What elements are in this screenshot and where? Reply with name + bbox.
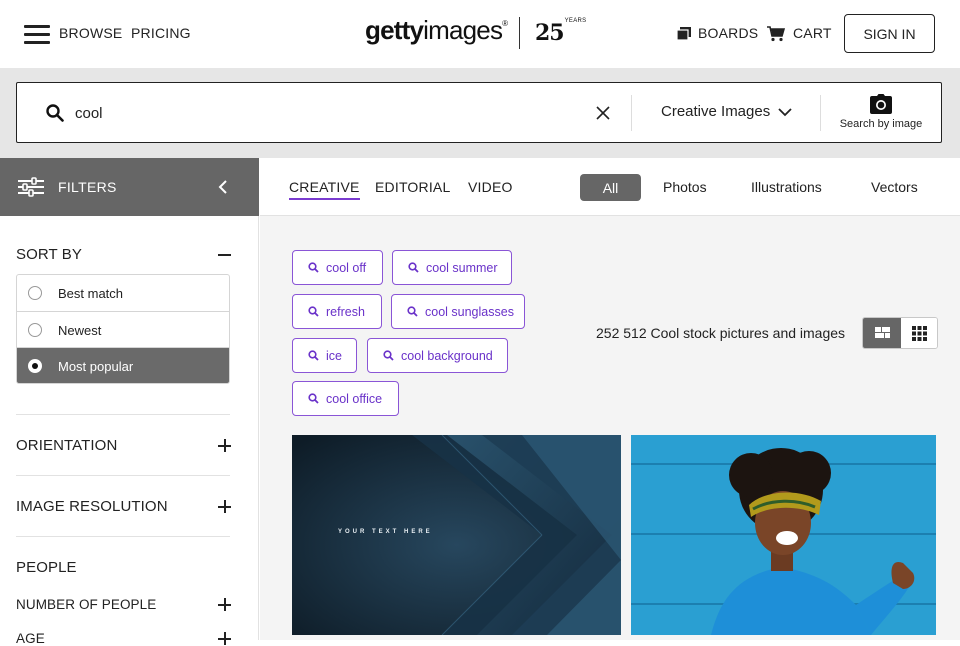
related-search-chip[interactable]: cool summer — [392, 250, 512, 285]
orientation-expand-icon[interactable] — [218, 439, 231, 452]
related-search-chip[interactable]: cool background — [367, 338, 508, 373]
sort-by-title: SORT BY — [16, 246, 83, 263]
image-type-dropdown[interactable]: Creative Images — [661, 103, 770, 120]
search-icon — [308, 262, 319, 273]
number-of-people-expand-icon[interactable] — [218, 598, 231, 611]
image-overlay-text: YOUR TEXT HERE — [338, 529, 433, 535]
filters-header[interactable]: FILTERS — [0, 158, 259, 216]
related-search-chip[interactable]: cool office — [292, 381, 399, 416]
anniversary-number: 25 — [535, 20, 565, 46]
sort-option-best-match[interactable]: Best match — [17, 275, 229, 311]
search-bar: Creative Images Search by image — [16, 82, 942, 143]
number-of-people-title[interactable]: NUMBER OF PEOPLE — [16, 597, 156, 612]
chip-label: cool office — [326, 391, 383, 406]
logo-images-text: images — [423, 15, 503, 45]
radio-selected-icon[interactable] — [28, 359, 42, 373]
cart-link[interactable]: CART — [793, 25, 832, 41]
filters-label: FILTERS — [58, 179, 117, 195]
tab-editorial[interactable]: EDITORIAL — [375, 179, 450, 195]
nav-pricing-link[interactable]: PRICING — [131, 25, 191, 41]
clear-search-icon[interactable] — [595, 105, 611, 121]
search-input[interactable] — [75, 95, 575, 131]
tab-illustrations[interactable]: Illustrations — [751, 179, 822, 195]
search-icon — [407, 306, 418, 317]
camera-icon[interactable] — [870, 94, 892, 114]
tab-video[interactable]: VIDEO — [468, 179, 513, 195]
chip-label: ice — [326, 348, 342, 363]
anniversary-word: YEARS — [564, 17, 587, 24]
image-resolution-expand-icon[interactable] — [218, 500, 231, 513]
cart-icon[interactable] — [767, 26, 785, 42]
sort-by-collapse-icon[interactable] — [218, 248, 231, 261]
search-icon — [308, 350, 319, 361]
boards-link[interactable]: BOARDS — [698, 25, 758, 41]
result-image[interactable] — [631, 435, 936, 635]
search-icon — [308, 393, 319, 404]
sort-option-label: Most popular — [58, 359, 134, 374]
related-search-chip[interactable]: ice — [292, 338, 357, 373]
search-icon — [408, 262, 419, 273]
search-icon — [46, 104, 64, 122]
woman-laughing-photo — [631, 435, 936, 635]
tab-creative[interactable]: CREATIVE — [289, 179, 360, 200]
grid-view-button[interactable] — [901, 318, 937, 348]
related-search-chip[interactable]: refresh — [292, 294, 382, 329]
chip-label: cool summer — [426, 260, 498, 275]
chip-label: cool background — [401, 348, 493, 363]
logo-getty-text: getty — [365, 15, 424, 45]
sort-option-most-popular[interactable]: Most popular — [17, 347, 229, 383]
chevron-down-icon[interactable] — [778, 108, 792, 117]
search-divider-2 — [820, 95, 821, 131]
search-by-image-button[interactable]: Search by image — [837, 118, 925, 130]
sort-option-label: Newest — [58, 323, 102, 338]
sort-option-newest[interactable]: Newest — [17, 311, 229, 347]
people-title: PEOPLE — [16, 559, 77, 576]
sign-in-button[interactable]: SIGN IN — [844, 14, 935, 53]
mosaic-view-button[interactable] — [863, 318, 901, 348]
boards-icon[interactable] — [677, 27, 691, 40]
chip-label: cool off — [326, 260, 367, 275]
results-count: 252 512 Cool stock pictures and images — [596, 325, 846, 341]
filter-sliders-icon — [18, 177, 44, 197]
getty-images-logo[interactable]: gettyimages® — [365, 15, 508, 46]
grid-view-icon — [912, 326, 927, 341]
mosaic-view-icon — [875, 327, 890, 338]
hamburger-menu-icon[interactable] — [24, 24, 50, 44]
top-nav: BROWSE PRICING gettyimages® 25YEARS BOAR… — [0, 0, 960, 68]
logo-registered-mark: ® — [502, 19, 508, 28]
chip-label: refresh — [326, 304, 365, 319]
chevron-left-icon[interactable] — [218, 180, 228, 194]
radio-icon[interactable] — [28, 323, 42, 337]
tab-all[interactable]: All — [580, 174, 641, 201]
result-image[interactable]: YOUR TEXT HERE — [292, 435, 621, 635]
age-expand-icon[interactable] — [218, 632, 231, 645]
image-resolution-title[interactable]: IMAGE RESOLUTION — [16, 498, 168, 515]
sort-options: Best match Newest Most popular — [16, 274, 230, 384]
anniversary-badge: 25YEARS — [535, 17, 587, 46]
radio-icon[interactable] — [28, 286, 42, 300]
orientation-title[interactable]: ORIENTATION — [16, 437, 117, 454]
search-icon — [308, 306, 319, 317]
chip-label: cool sunglasses — [425, 304, 514, 319]
age-title[interactable]: AGE — [16, 631, 45, 646]
sort-option-label: Best match — [58, 286, 124, 301]
logo-divider — [519, 17, 520, 49]
related-search-chip[interactable]: cool off — [292, 250, 383, 285]
tab-vectors[interactable]: Vectors — [871, 179, 918, 195]
tab-photos[interactable]: Photos — [663, 179, 707, 195]
divider — [16, 475, 230, 476]
related-search-chip[interactable]: cool sunglasses — [391, 294, 525, 329]
divider — [16, 536, 230, 537]
abstract-background-image — [292, 435, 621, 635]
nav-browse-link[interactable]: BROWSE — [59, 25, 122, 41]
search-icon — [383, 350, 394, 361]
search-divider — [631, 95, 632, 131]
divider — [16, 414, 230, 415]
view-toggle — [862, 317, 938, 349]
